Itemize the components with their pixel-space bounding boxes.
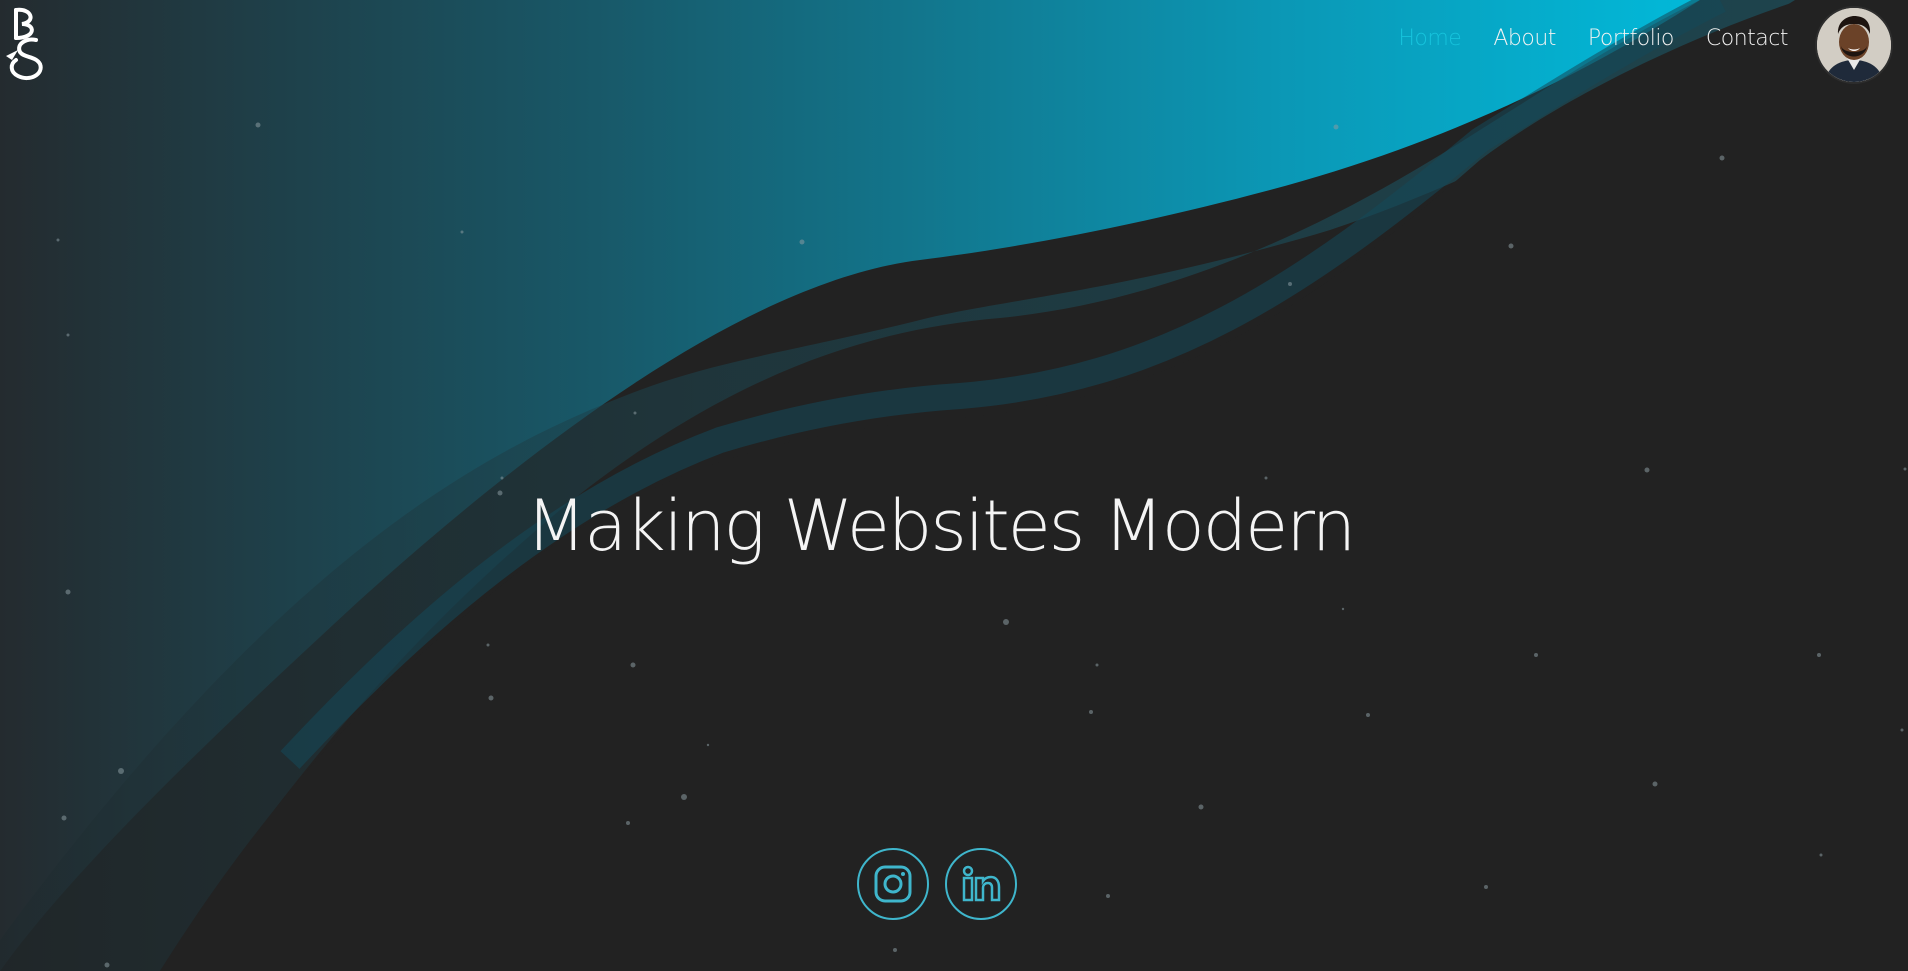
person-photo-icon [1817,8,1891,82]
site-logo[interactable] [2,4,52,82]
instagram-button[interactable] [857,848,929,920]
linkedin-icon [962,865,1001,902]
landing-page: Home About Portfolio Contact Making Webs… [0,0,1908,971]
main-nav: Home About Portfolio Contact [1398,26,1788,51]
nav-about-link[interactable]: About [1493,26,1556,51]
profile-avatar[interactable] [1815,6,1893,84]
nav-portfolio-link[interactable]: Portfolio [1588,26,1675,51]
hero-title: Making Websites Modern [525,485,1356,567]
social-links [857,848,1017,920]
logo-monogram-icon [6,7,43,81]
nav-home-link[interactable]: Home [1398,26,1461,51]
instagram-icon [874,865,912,903]
linkedin-button[interactable] [945,848,1017,920]
nav-contact-link[interactable]: Contact [1706,26,1789,51]
